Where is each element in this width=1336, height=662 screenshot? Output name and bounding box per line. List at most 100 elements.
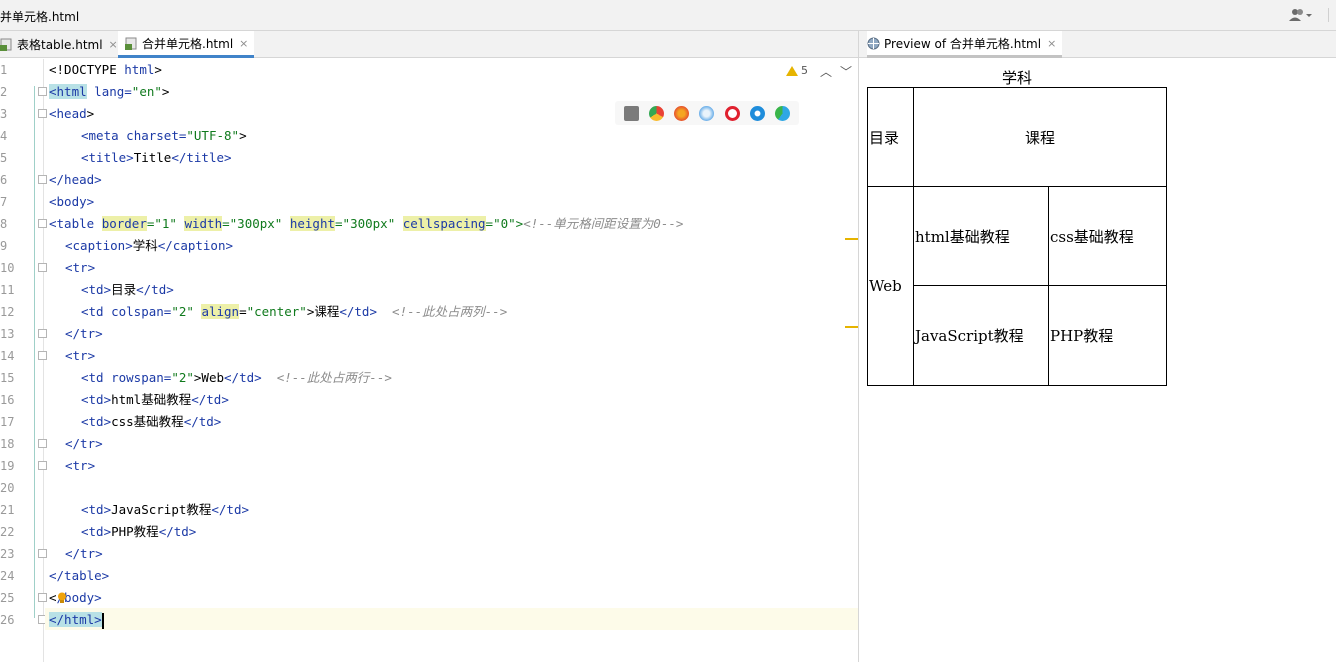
code-line[interactable]: </tr> bbox=[65, 323, 103, 345]
fold-marker[interactable] bbox=[38, 87, 47, 96]
fold-marker[interactable] bbox=[38, 219, 47, 228]
code-line[interactable]: <table border="1" width="300px" height="… bbox=[49, 213, 683, 235]
line-number: 13 bbox=[0, 327, 15, 341]
code-token: "center" bbox=[246, 304, 307, 319]
code-token: </td> bbox=[136, 282, 174, 297]
line-number: 16 bbox=[0, 393, 15, 407]
code-token: <!--此处占两列--> bbox=[377, 304, 508, 319]
fold-marker[interactable] bbox=[38, 351, 47, 360]
code-token: Title bbox=[133, 150, 172, 165]
code-editor[interactable]: 1 2 3 4 5 6 7 8 9 10 11 12 13 14 15 16 17 18 19 20 21 22 23 24 2… bbox=[0, 59, 858, 662]
code-token: </td> bbox=[339, 304, 377, 319]
code-token: "2" bbox=[171, 370, 194, 385]
fold-marker[interactable] bbox=[38, 549, 47, 558]
code-line[interactable]: </tr> bbox=[65, 433, 103, 455]
fold-marker[interactable] bbox=[38, 263, 47, 272]
html-preview-pane: 学科 目录 课程 Web html基础教程 css基础教程 JavaScript… bbox=[859, 59, 1336, 662]
tab-label: 表格table.html bbox=[17, 38, 103, 52]
line-number: 12 bbox=[0, 305, 15, 319]
preview-tab-label: Preview of 合并单元格.html bbox=[884, 36, 1042, 51]
line-number: 4 bbox=[0, 129, 8, 143]
code-token: </html> bbox=[49, 612, 102, 627]
close-icon[interactable]: × bbox=[1047, 37, 1056, 50]
fold-marker[interactable] bbox=[38, 461, 47, 470]
toolbar-edge bbox=[1328, 8, 1336, 22]
code-token: <td bbox=[81, 370, 112, 385]
code-line[interactable]: <tr> bbox=[65, 345, 95, 367]
fold-marker[interactable] bbox=[38, 439, 47, 448]
code-token: </td> bbox=[224, 370, 262, 385]
code-line[interactable]: <head> bbox=[49, 103, 94, 125]
code-line[interactable]: <td>css基础教程</td> bbox=[81, 411, 221, 433]
code-token: </head> bbox=[49, 172, 102, 187]
opera-icon[interactable] bbox=[724, 105, 740, 121]
fold-marker[interactable] bbox=[38, 109, 47, 118]
code-token: cellspacing bbox=[402, 216, 486, 231]
code-line[interactable]: <td rowspan="2">Web</td> <!--此处占两行--> bbox=[81, 367, 392, 389]
code-token: <tr> bbox=[65, 260, 96, 275]
fold-marker[interactable] bbox=[38, 175, 47, 184]
code-line[interactable]: </head> bbox=[49, 169, 102, 191]
code-token: >Web bbox=[193, 370, 225, 385]
code-token: 目录 bbox=[111, 282, 137, 297]
fold-marker[interactable] bbox=[38, 593, 47, 602]
safari-icon[interactable] bbox=[699, 105, 715, 121]
code-line[interactable]: <!DOCTYPE html> bbox=[49, 59, 162, 81]
code-token: JavaScript教程 bbox=[111, 502, 212, 517]
code-line[interactable]: <title>Title</title> bbox=[81, 147, 232, 169]
close-icon[interactable]: × bbox=[109, 38, 118, 51]
code-line[interactable]: <html lang="en"> bbox=[49, 81, 169, 103]
code-token: rowspan= bbox=[111, 370, 172, 385]
code-line[interactable]: <meta charset="UTF-8"> bbox=[81, 125, 247, 147]
code-line[interactable]: <td>目录</td> bbox=[81, 279, 174, 301]
code-line[interactable]: </table> bbox=[49, 565, 109, 587]
code-token: <td> bbox=[81, 282, 112, 297]
code-token: <td bbox=[81, 304, 112, 319]
code-line[interactable]: <td>html基础教程</td> bbox=[81, 389, 229, 411]
code-line[interactable]: <td>JavaScript教程</td> bbox=[81, 499, 249, 521]
table-cell: 课程 bbox=[913, 87, 1167, 187]
tab-label: 合并单元格.html bbox=[142, 36, 234, 51]
code-line[interactable]: <td colspan="2" align="center">课程</td> <… bbox=[81, 301, 507, 323]
code-token: <td> bbox=[81, 414, 112, 429]
code-token: <meta bbox=[81, 128, 119, 143]
chrome-icon[interactable] bbox=[649, 105, 665, 121]
code-line[interactable]: <body> bbox=[49, 191, 94, 213]
code-line[interactable]: <caption>学科</caption> bbox=[65, 235, 233, 257]
tab-merge-cells-html[interactable]: 合并单元格.html × bbox=[118, 31, 255, 58]
line-number: 5 bbox=[0, 151, 8, 165]
code-token: </title> bbox=[171, 150, 232, 165]
line-number: 24 bbox=[0, 569, 15, 583]
code-token: ="300px" bbox=[335, 216, 403, 231]
code-token: <html bbox=[49, 84, 87, 99]
line-number: 22 bbox=[0, 525, 15, 539]
firefox-icon[interactable] bbox=[674, 105, 690, 121]
code-token: html基础教程 bbox=[111, 392, 192, 407]
line-number: 2 bbox=[0, 85, 8, 99]
user-menu-icon[interactable] bbox=[1288, 6, 1314, 24]
tab-preview[interactable]: Preview of 合并单元格.html × bbox=[867, 31, 1063, 58]
code-token: <table bbox=[49, 216, 102, 231]
code-token: > bbox=[239, 128, 247, 143]
inspection-warnings[interactable]: 5 bbox=[786, 64, 808, 77]
fold-marker[interactable] bbox=[38, 329, 47, 338]
code-token: "UTF-8" bbox=[186, 128, 240, 143]
code-line[interactable]: <tr> bbox=[65, 257, 95, 279]
line-number: 11 bbox=[0, 283, 15, 297]
code-line[interactable]: </tr> bbox=[65, 543, 103, 565]
code-line[interactable]: <td>PHP教程</td> bbox=[81, 521, 196, 543]
ie-icon[interactable] bbox=[749, 105, 765, 121]
next-highlight-icon[interactable]: ﹀ bbox=[840, 63, 852, 80]
close-icon[interactable]: × bbox=[239, 37, 248, 50]
edge-icon[interactable] bbox=[774, 105, 790, 121]
code-token: <caption> bbox=[65, 238, 133, 253]
error-stripe-mark[interactable] bbox=[845, 238, 858, 240]
code-line[interactable]: </html> bbox=[49, 609, 104, 631]
code-token: </table> bbox=[49, 568, 110, 583]
lightbulb-icon[interactable] bbox=[57, 592, 67, 604]
previous-highlight-icon[interactable]: ︿ bbox=[820, 63, 832, 80]
error-stripe-mark[interactable] bbox=[845, 326, 858, 328]
intellij-icon[interactable] bbox=[624, 105, 640, 121]
tab-table-html[interactable]: 表格table.html × bbox=[0, 31, 124, 58]
code-line[interactable]: <tr> bbox=[65, 455, 95, 477]
